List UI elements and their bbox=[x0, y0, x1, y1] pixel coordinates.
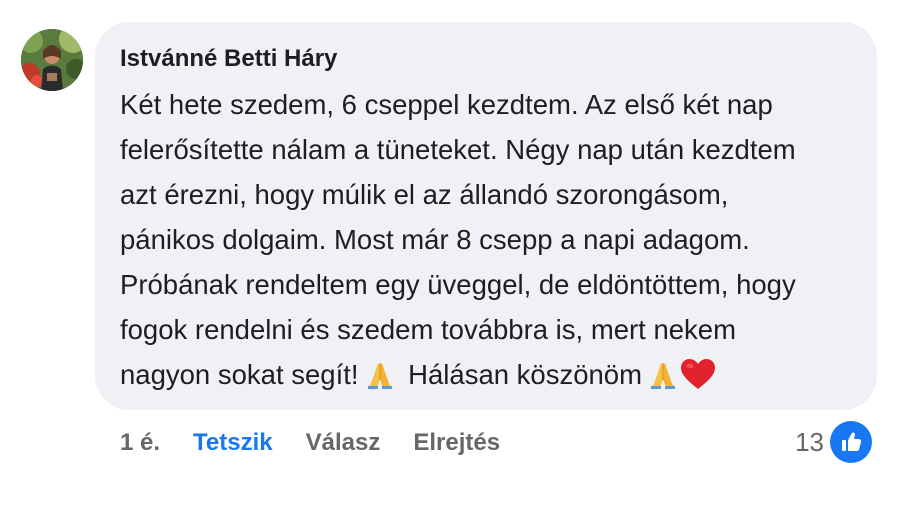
comment-text-line: pánikos dolgaim. Most már 8 csepp a napi… bbox=[120, 224, 750, 255]
comment-text-line: Próbának rendeltem egy üveggel, de eldön… bbox=[120, 269, 796, 300]
avatar-photo bbox=[21, 29, 83, 91]
comment-timestamp[interactable]: 1 é. bbox=[120, 429, 160, 457]
reaction-count: 13 bbox=[795, 426, 824, 457]
thumbs-up-icon bbox=[830, 421, 872, 463]
hide-button[interactable]: Elrejtés bbox=[413, 429, 500, 457]
comment-bubble: Istvánné Betti Háry Két hete szedem, 6 c… bbox=[95, 22, 877, 410]
comment-text-segment: nagyon sokat segít! bbox=[120, 359, 359, 390]
comment-text-line: Két hete szedem, 6 cseppel kezdtem. Az e… bbox=[120, 89, 773, 120]
like-button[interactable]: Tetszik bbox=[193, 429, 273, 457]
comment-text-line: felerősítette nálam a tüneteket. Négy na… bbox=[120, 134, 796, 165]
reaction-summary[interactable]: 13 bbox=[795, 420, 872, 464]
reply-button[interactable]: Válasz bbox=[306, 429, 381, 457]
red-heart-icon bbox=[680, 358, 716, 390]
folded-hands-icon bbox=[648, 360, 678, 390]
folded-hands-icon bbox=[365, 360, 395, 390]
comment-actions: 1 é. Tetszik Válasz Elrejtés bbox=[120, 423, 500, 463]
comment-author[interactable]: Istvánné Betti Háry bbox=[120, 44, 853, 74]
comment-text-line-last: nagyon sokat segít! Hálásan köszönöm bbox=[120, 352, 853, 397]
avatar[interactable] bbox=[21, 29, 83, 91]
comment-text-line: fogok rendelni és szedem továbbra is, me… bbox=[120, 314, 736, 345]
comment-text-line: azt érezni, hogy múlik el az állandó szo… bbox=[120, 179, 729, 210]
comment-text-segment: Hálásan köszönöm bbox=[408, 359, 643, 390]
